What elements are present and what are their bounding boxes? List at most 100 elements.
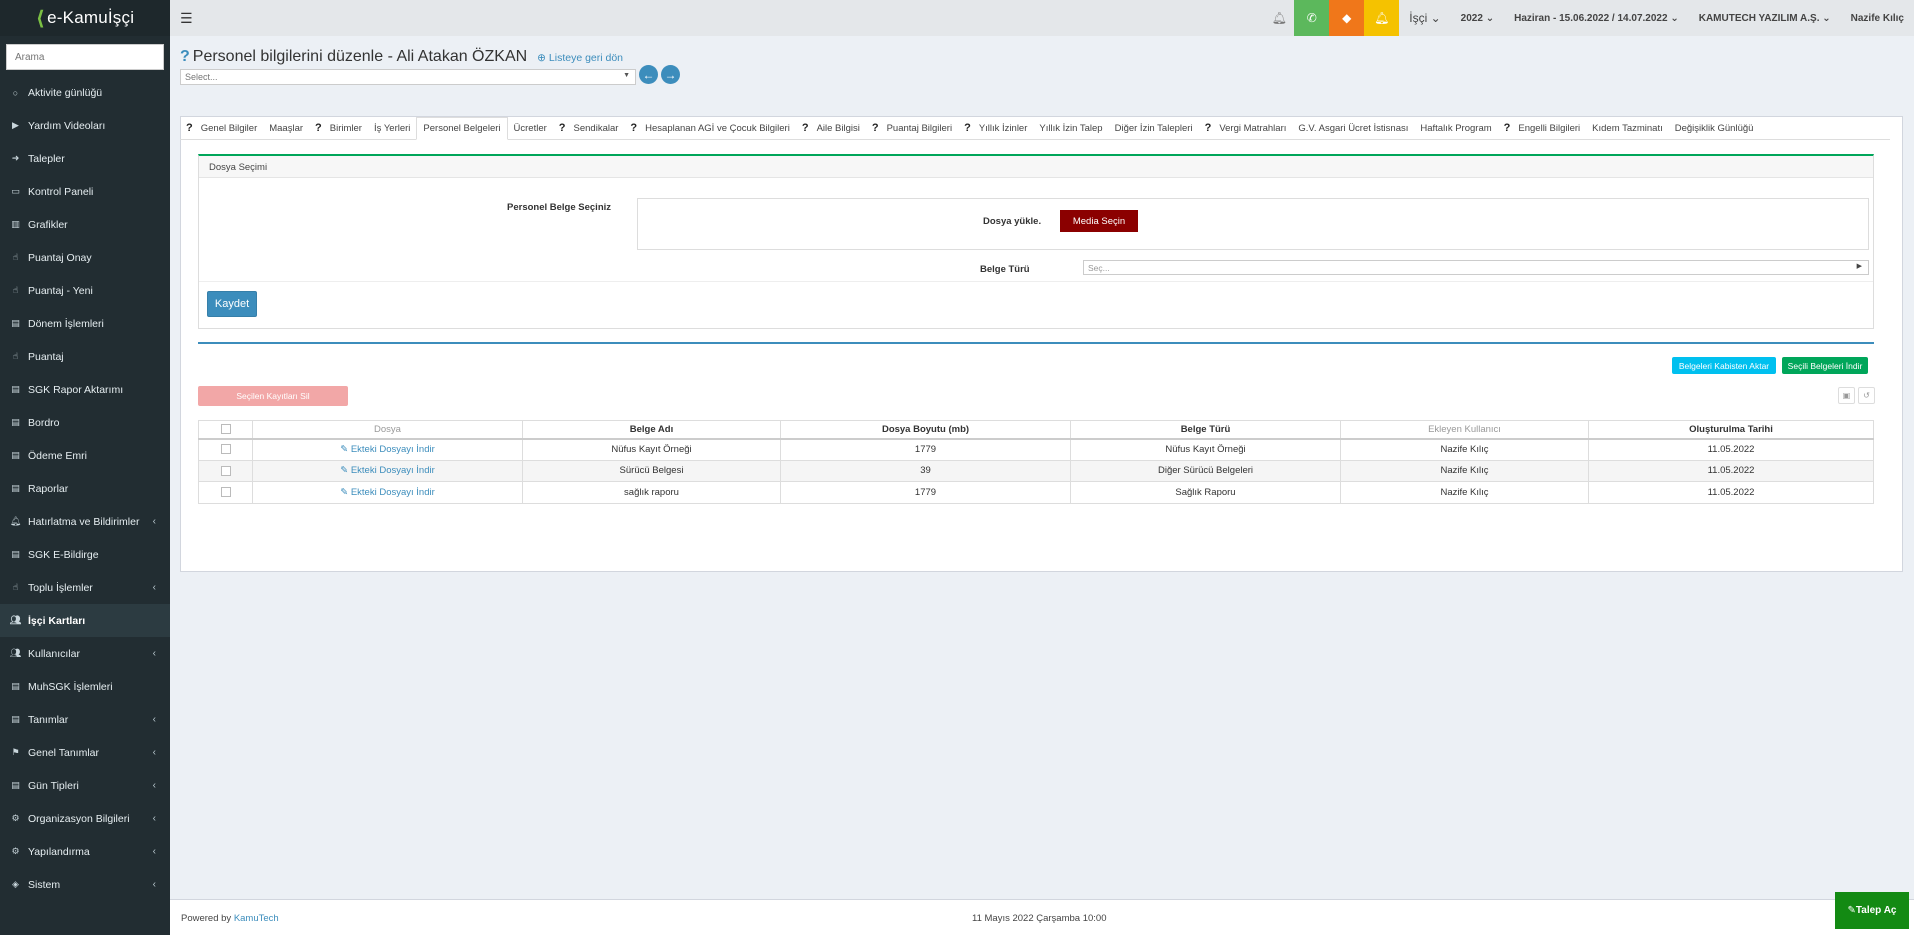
personnel-select[interactable]: Select... ▼ [180, 69, 636, 85]
topbar-menu-isci[interactable]: İşçi ⌄ [1399, 11, 1450, 25]
tab-0[interactable]: ? Genel Bilgiler [180, 117, 263, 139]
help-icon[interactable]: ? [1504, 122, 1511, 134]
help-icon[interactable]: ? [802, 122, 809, 134]
help-icon[interactable]: ? [964, 122, 971, 134]
column-header[interactable]: Belge Adı [522, 420, 781, 440]
sidebar-item-2[interactable]: ➜ Talepler [0, 142, 170, 175]
download-selected-button[interactable]: Seçili Belgeleri İndir [1782, 357, 1868, 374]
sidebar-item-3[interactable]: ▭ Kontrol Paneli [0, 175, 170, 208]
topbar-menu-user[interactable]: Nazife Kılıç [1841, 13, 1914, 24]
upload-area[interactable]: Dosya yükle. Media Seçin [637, 198, 1869, 250]
tab-4[interactable]: Personel Belgeleri [416, 117, 508, 140]
sidebar-item-12[interactable]: ▤ Raporlar [0, 472, 170, 505]
app-logo[interactable]: ⟨ e- Kamuİşçi [0, 0, 170, 36]
tab-5[interactable]: Ücretler [508, 117, 553, 139]
save-state-icon[interactable]: ▣ [1838, 387, 1855, 404]
tab-14[interactable]: G.V. Asgari Ücret İstisnası [1292, 117, 1414, 139]
phone-icon[interactable]: ✆ [1294, 0, 1330, 36]
topbar-menu-company[interactable]: KAMUTECH YAZILIM A.Ş. ⌄ [1689, 13, 1841, 24]
search-input[interactable] [6, 44, 164, 70]
column-header[interactable]: Oluşturulma Tarihi [1588, 420, 1874, 440]
previous-arrow-icon[interactable]: ← [639, 65, 658, 84]
sidebar-search [6, 44, 164, 70]
table-row[interactable]: ✎ Ekteki Dosyayı İndir Nüfus Kayıt Örneği… [198, 438, 1874, 461]
tab-10[interactable]: ? Yıllık İzinler [958, 117, 1033, 139]
column-header[interactable]: Ekleyen Kullanıcı [1340, 420, 1589, 440]
tab-9[interactable]: ? Puantaj Bilgileri [866, 117, 958, 139]
sidebar-item-18[interactable]: ▤ MuhSGK İşlemleri [0, 670, 170, 703]
tab-12[interactable]: Diğer İzin Talepleri [1109, 117, 1199, 139]
powered-by-link[interactable]: KamuTech [234, 913, 279, 924]
sidebar-item-0[interactable]: ○ Aktivite günlüğü [0, 76, 170, 109]
sidebar-item-14[interactable]: ▤ SGK E-Bildirge [0, 538, 170, 571]
upload-label: Dosya yükle. [983, 216, 1042, 227]
sidebar-item-4[interactable]: ▥ Grafikler [0, 208, 170, 241]
topbar-menu-period[interactable]: Haziran - 15.06.2022 / 14.07.2022 ⌄ [1504, 13, 1689, 24]
download-link[interactable]: ✎ Ekteki Dosyayı İndir [340, 444, 435, 455]
sidebar-item-19[interactable]: ▤ Tanımlar ‹ [0, 703, 170, 736]
column-header[interactable]: Dosya [252, 420, 523, 440]
help-icon[interactable]: ? [180, 48, 190, 66]
select-all-checkbox[interactable] [220, 424, 231, 435]
row-checkbox[interactable] [220, 444, 231, 455]
sidebar-item-24[interactable]: ◈ Sistem ‹ [0, 868, 170, 901]
tab-13[interactable]: ? Vergi Matrahları [1199, 117, 1293, 139]
sidebar-item-13[interactable]: 🔔︎ Hatırlatma ve Bildirimler ‹ [0, 505, 170, 538]
sidebar-item-23[interactable]: ⚙ Yapılandırma ‹ [0, 835, 170, 868]
help-icon[interactable]: ? [315, 122, 322, 134]
sidebar-item-16[interactable]: 👥︎ İşçi Kartları [0, 604, 170, 637]
tab-8[interactable]: ? Aile Bilgisi [796, 117, 866, 139]
tab-17[interactable]: Kıdem Tazminatı [1586, 117, 1669, 139]
help-icon[interactable]: ? [186, 122, 193, 134]
delete-selected-button[interactable]: Seçilen Kayıtları Sil [198, 386, 348, 406]
sidebar-item-5[interactable]: ☝ Puantaj Onay [0, 241, 170, 274]
tab-11[interactable]: Yıllık İzin Talep [1033, 117, 1108, 139]
tab-7[interactable]: ? Hesaplanan AGİ ve Çocuk Bilgileri [624, 117, 795, 139]
sidebar-item-1[interactable]: ▶ Yardım Videoları [0, 109, 170, 142]
hamburger-menu-icon[interactable]: ☰ [180, 10, 193, 27]
sidebar-item-15[interactable]: ☝ Toplu İşlemler ‹ [0, 571, 170, 604]
table-row[interactable]: ✎ Ekteki Dosyayı İndir sağlık raporu 1779 S… [198, 481, 1874, 504]
help-icon[interactable]: ? [1205, 122, 1212, 134]
hand-pointer-icon: ☝ [12, 582, 19, 592]
alert-bell-icon[interactable]: 🔔︎ [1364, 0, 1400, 36]
tab-16[interactable]: ? Engelli Bilgileri [1498, 117, 1587, 139]
help-icon[interactable]: ? [559, 122, 566, 134]
next-arrow-icon[interactable]: → [661, 65, 680, 84]
sidebar-item-8[interactable]: ☝ Puantaj [0, 340, 170, 373]
sidebar-item-22[interactable]: ⚙ Organizasyon Bilgileri ‹ [0, 802, 170, 835]
tab-2[interactable]: ? Birimler [309, 117, 368, 139]
transfer-documents-button[interactable]: Belgeleri Kabisten Aktar [1672, 357, 1776, 374]
tab-15[interactable]: Haftalık Program [1414, 117, 1497, 139]
help-icon[interactable]: ? [630, 122, 637, 134]
tab-6[interactable]: ? Sendikalar [553, 117, 625, 139]
notification-bell-icon[interactable]: 🔔︎ [1264, 11, 1294, 25]
tab-1[interactable]: Maaşlar [263, 117, 309, 139]
topbar-menu-year[interactable]: 2022 ⌄ [1451, 13, 1504, 24]
sidebar-item-10[interactable]: ▤ Bordro [0, 406, 170, 439]
help-icon[interactable]: ? [872, 122, 879, 134]
table-row[interactable]: ✎ Ekteki Dosyayı İndir Sürücü Belgesi 39 Di… [198, 459, 1874, 482]
sidebar-item-6[interactable]: ☝ Puantaj - Yeni [0, 274, 170, 307]
tab-18[interactable]: Değişiklik Günlüğü [1669, 117, 1760, 139]
column-header[interactable]: Dosya Boyutu (mb) [780, 420, 1071, 440]
back-to-list-link[interactable]: ⊕ Listeye geri dön [537, 52, 623, 64]
sidebar-item-11[interactable]: ▤ Ödeme Emri [0, 439, 170, 472]
sidebar-item-17[interactable]: 👥︎ Kullanıcılar ‹ [0, 637, 170, 670]
sidebar-item-9[interactable]: ▤ SGK Rapor Aktarımı [0, 373, 170, 406]
tag-icon[interactable]: ◆ [1329, 0, 1365, 36]
sidebar-item-20[interactable]: ⚑ Genel Tanımlar ‹ [0, 736, 170, 769]
column-header[interactable]: Belge Türü [1070, 420, 1341, 440]
save-button[interactable]: Kaydet [207, 291, 257, 317]
sidebar-item-21[interactable]: ▤ Gün Tipleri ‹ [0, 769, 170, 802]
tab-3[interactable]: İş Yerleri [368, 117, 416, 139]
belge-turu-select[interactable]: Seç... ▶ [1083, 260, 1869, 275]
reset-icon[interactable]: ↺ [1858, 387, 1875, 404]
row-checkbox[interactable] [220, 465, 231, 476]
download-link[interactable]: ✎ Ekteki Dosyayı İndir [340, 465, 435, 476]
media-select-button[interactable]: Media Seçin [1060, 210, 1138, 232]
talep-ac-button[interactable]: ✎ Talep Aç [1835, 892, 1909, 929]
row-checkbox[interactable] [220, 487, 231, 498]
sidebar-item-7[interactable]: ▤ Dönem İşlemleri [0, 307, 170, 340]
download-link[interactable]: ✎ Ekteki Dosyayı İndir [340, 487, 435, 498]
